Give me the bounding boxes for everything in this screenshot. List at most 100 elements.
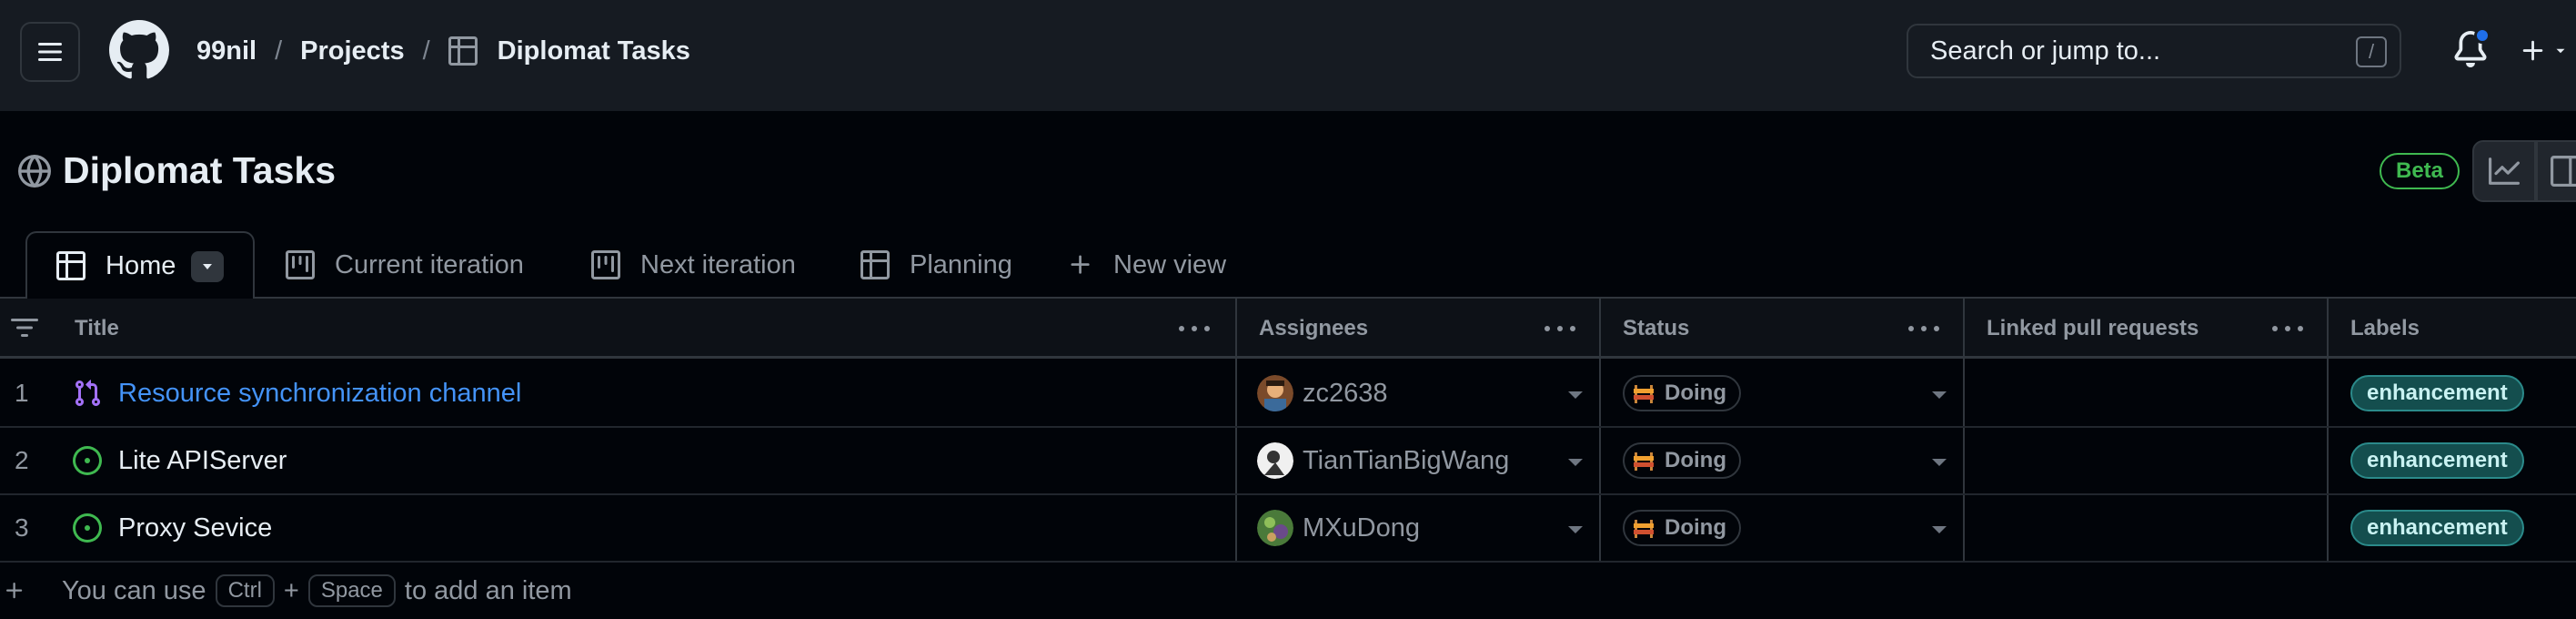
- chevron-down-icon[interactable]: [1568, 526, 1583, 533]
- tab-label: Home: [106, 250, 176, 280]
- status-badge: Doing: [1623, 375, 1741, 411]
- hamburger-icon: [38, 43, 62, 61]
- chevron-down-icon[interactable]: [1568, 391, 1583, 399]
- assignee-name: TianTianBigWang: [1303, 445, 1510, 475]
- status-cell[interactable]: Doing: [1623, 428, 1741, 493]
- kbd-ctrl: Ctrl: [215, 574, 275, 607]
- chevron-down-icon[interactable]: [1932, 459, 1947, 466]
- open-issue-icon: [73, 513, 102, 543]
- board-icon: [591, 250, 620, 279]
- column-menu-icon[interactable]: [1179, 319, 1210, 339]
- search-placeholder: Search or jump to...: [1930, 36, 2161, 66]
- tab-next-iteration[interactable]: Next iteration: [591, 231, 796, 299]
- column-header-status[interactable]: Status: [1601, 299, 1965, 359]
- plus-icon: [1068, 252, 1093, 278]
- row-number: 3: [15, 513, 29, 542]
- row-number: 1: [15, 379, 29, 407]
- column-menu-icon[interactable]: [1545, 319, 1575, 339]
- side-panel-button[interactable]: [2536, 140, 2576, 202]
- status-cell[interactable]: Doing: [1623, 495, 1741, 561]
- item-title-link[interactable]: Resource synchronization channel: [118, 379, 521, 409]
- top-header: 99nil / Projects / Diplomat Tasks Search…: [0, 0, 2576, 111]
- github-logo-icon[interactable]: [109, 20, 169, 80]
- tab-label: Planning: [910, 249, 1012, 279]
- title-cell[interactable]: Lite APIServer: [73, 428, 287, 493]
- table-icon: [56, 251, 86, 280]
- chevron-down-icon: [2556, 48, 2565, 54]
- breadcrumb-owner[interactable]: 99nil: [196, 36, 257, 66]
- notification-indicator: [2474, 27, 2490, 44]
- avatar: [1257, 375, 1293, 411]
- column-menu-icon[interactable]: [1908, 319, 1939, 339]
- breadcrumb-project[interactable]: Diplomat Tasks: [498, 36, 690, 66]
- construction-icon: [1632, 449, 1655, 472]
- label-badge: enhancement: [2350, 442, 2524, 479]
- search-input[interactable]: Search or jump to... /: [1907, 24, 2401, 78]
- project-title-bar: Diplomat Tasks Beta: [0, 137, 2576, 209]
- kbd-space: Space: [307, 574, 396, 607]
- avatar: [1257, 510, 1293, 546]
- breadcrumb-separator: /: [422, 36, 430, 66]
- tab-options-button[interactable]: [191, 251, 224, 282]
- table-icon: [448, 36, 478, 66]
- pull-request-icon: [73, 379, 102, 408]
- avatar: [1257, 442, 1293, 479]
- plus-icon[interactable]: [4, 580, 25, 602]
- label-badge: enhancement: [2350, 510, 2524, 546]
- row-number: 2: [15, 446, 29, 474]
- table-row[interactable]: 2 Lite APIServer TianTianBigWang Doing e: [0, 428, 2576, 495]
- item-title[interactable]: Proxy Sevice: [118, 513, 272, 543]
- status-badge: Doing: [1623, 442, 1741, 479]
- column-menu-icon[interactable]: [2272, 319, 2303, 339]
- title-cell[interactable]: Resource synchronization channel: [73, 360, 521, 426]
- title-cell[interactable]: Proxy Sevice: [73, 495, 272, 561]
- labels-cell[interactable]: enhancement: [2350, 428, 2524, 493]
- tab-label: Current iteration: [335, 249, 524, 279]
- item-title[interactable]: Lite APIServer: [118, 446, 287, 476]
- add-item-row[interactable]: You can use Ctrl + Space to add an item: [0, 563, 2576, 619]
- board-icon: [286, 250, 315, 279]
- table-row[interactable]: 3 Proxy Sevice MXuDong Doing enhancement: [0, 495, 2576, 563]
- breadcrumb: 99nil / Projects / Diplomat Tasks: [196, 29, 690, 73]
- assignee-cell[interactable]: zc2638: [1257, 360, 1388, 426]
- chevron-down-icon[interactable]: [1932, 526, 1947, 533]
- assignee-cell[interactable]: TianTianBigWang: [1257, 428, 1509, 493]
- add-item-hint-suffix: to add an item: [404, 575, 572, 605]
- table-header-row: Title Assignees Status Linked pull reque…: [0, 299, 2576, 359]
- labels-cell[interactable]: enhancement: [2350, 495, 2524, 561]
- menu-button[interactable]: [20, 22, 80, 82]
- tab-label: New view: [1113, 249, 1227, 279]
- breadcrumb-projects[interactable]: Projects: [300, 36, 404, 66]
- filter-icon[interactable]: [11, 317, 38, 343]
- create-new-menu[interactable]: [2520, 31, 2576, 71]
- globe-icon: [18, 155, 51, 188]
- beta-badge: Beta: [2380, 153, 2460, 189]
- status-cell[interactable]: Doing: [1623, 360, 1741, 426]
- column-header-assignees[interactable]: Assignees: [1237, 299, 1601, 359]
- table-icon: [860, 250, 890, 279]
- tab-current-iteration[interactable]: Current iteration: [286, 231, 524, 299]
- column-header-labels[interactable]: Labels: [2329, 299, 2576, 359]
- graph-icon: [2489, 157, 2520, 185]
- label-badge: enhancement: [2350, 375, 2524, 411]
- assignee-cell[interactable]: MXuDong: [1257, 495, 1420, 561]
- view-tabs: Home Current iteration Next iteration Pl…: [0, 231, 2576, 300]
- add-item-plus: +: [283, 575, 299, 605]
- chevron-down-icon[interactable]: [1568, 459, 1583, 466]
- open-issue-icon: [73, 446, 102, 475]
- construction-icon: [1632, 381, 1655, 405]
- project-title: Diplomat Tasks: [63, 149, 336, 191]
- tab-label: Next iteration: [640, 249, 796, 279]
- add-item-hint-prefix: You can use: [62, 575, 206, 605]
- tab-home[interactable]: Home: [25, 231, 255, 300]
- new-view-button[interactable]: New view: [1068, 231, 1226, 299]
- table-row[interactable]: 1 Resource synchronization channel zc263…: [0, 360, 2576, 428]
- labels-cell[interactable]: enhancement: [2350, 360, 2524, 426]
- insights-button[interactable]: [2472, 140, 2536, 202]
- chevron-down-icon: [203, 264, 212, 269]
- column-header-title[interactable]: Title: [53, 299, 1235, 359]
- construction-icon: [1632, 516, 1655, 540]
- tab-planning[interactable]: Planning: [860, 231, 1012, 299]
- column-header-linked-prs[interactable]: Linked pull requests: [1965, 299, 2329, 359]
- chevron-down-icon[interactable]: [1932, 391, 1947, 399]
